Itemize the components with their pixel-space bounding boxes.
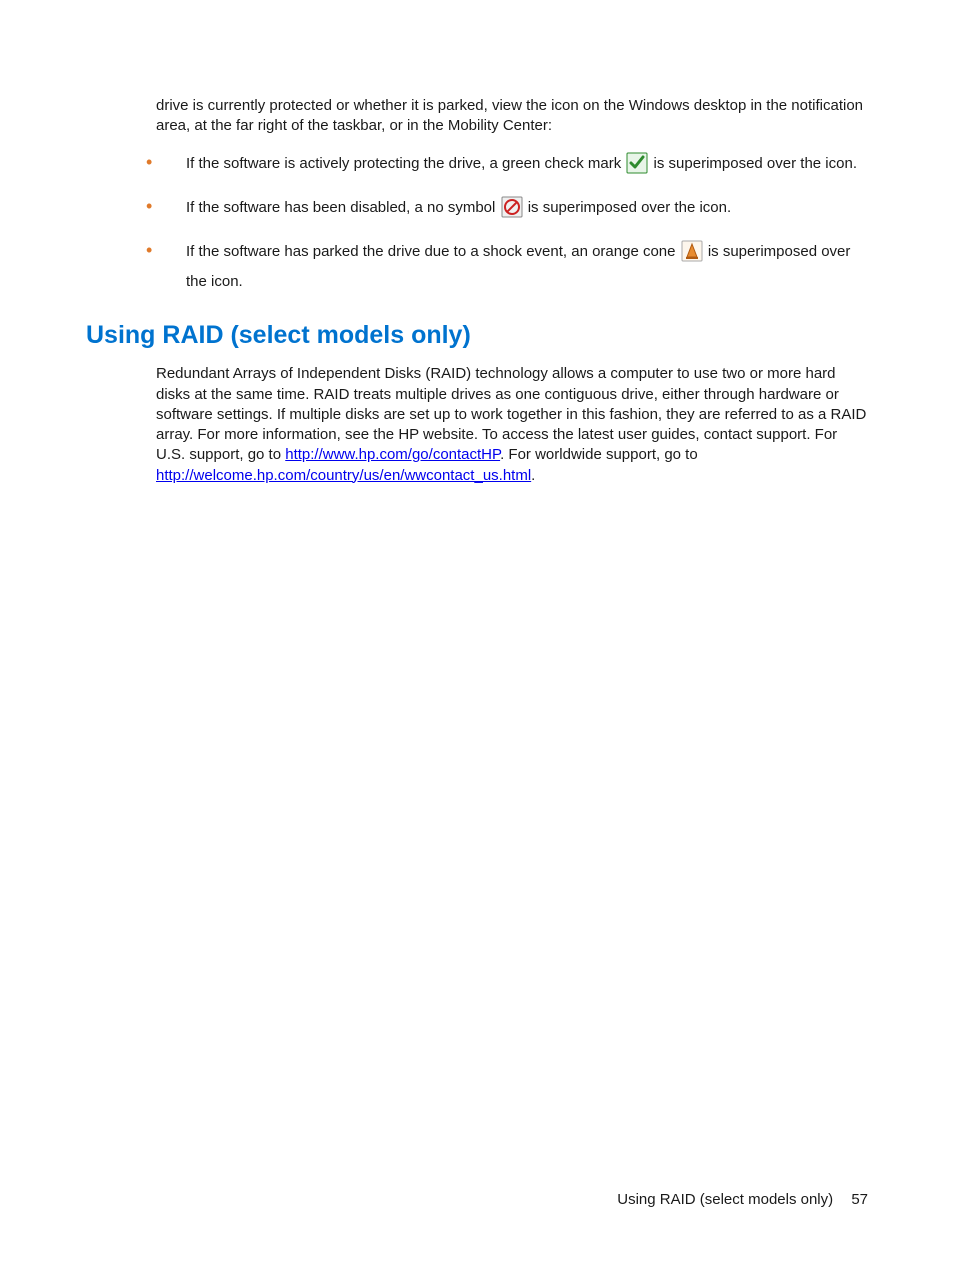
footer-title: Using RAID (select models only): [617, 1191, 833, 1208]
list-item: If the software is actively protecting t…: [146, 149, 868, 179]
bullet-text: If the software has been disabled, a no …: [186, 199, 500, 216]
bullet-text: is superimposed over the icon.: [528, 199, 731, 216]
green-check-icon: [626, 152, 648, 174]
body-text: .: [531, 467, 535, 484]
list-item: If the software has been disabled, a no …: [146, 193, 868, 223]
intro-paragraph: drive is currently protected or whether …: [156, 96, 868, 137]
page-footer: Using RAID (select models only) 57: [617, 1190, 868, 1210]
orange-cone-icon: [681, 240, 703, 262]
section-heading: Using RAID (select models only): [86, 319, 868, 353]
list-item: If the software has parked the drive due…: [146, 237, 868, 297]
page-number: 57: [851, 1191, 868, 1208]
no-symbol-icon: [501, 196, 523, 218]
support-link-worldwide[interactable]: http://welcome.hp.com/country/us/en/wwco…: [156, 467, 531, 484]
body-text: . For worldwide support, go to: [500, 446, 698, 463]
bullet-text: If the software has parked the drive due…: [186, 243, 675, 260]
bullet-list: If the software is actively protecting t…: [146, 149, 868, 297]
document-page: drive is currently protected or whether …: [0, 0, 954, 1270]
support-link-us[interactable]: http://www.hp.com/go/contactHP: [285, 446, 500, 463]
body-paragraph: Redundant Arrays of Independent Disks (R…: [156, 364, 868, 486]
bullet-text: If the software is actively protecting t…: [186, 155, 625, 172]
bullet-text: is superimposed over the icon.: [654, 155, 857, 172]
